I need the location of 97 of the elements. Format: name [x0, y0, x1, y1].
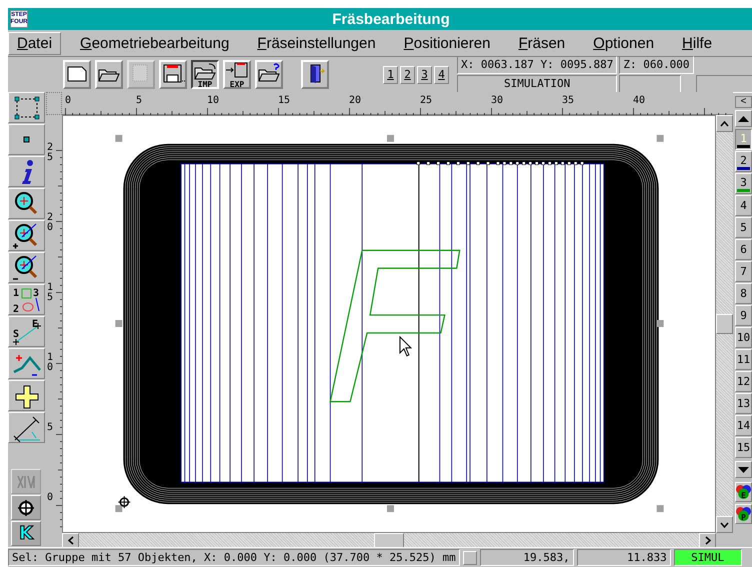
ruler-label: 30	[491, 95, 504, 106]
layer-button[interactable]: 3	[735, 173, 752, 194]
palette-collapse-button[interactable]: <	[735, 96, 752, 108]
view-button[interactable]: 4	[434, 66, 449, 84]
window-title: Fräsbearbeitung	[331, 10, 451, 28]
ruler-label: 10	[47, 353, 54, 373]
selection-handle[interactable]	[387, 134, 394, 142]
selection-handle[interactable]	[656, 505, 664, 512]
ruler-label: 40	[633, 95, 646, 106]
horizontal-scrollbar[interactable]	[62, 533, 716, 548]
layer-button[interactable]: 4	[735, 195, 752, 216]
ruler-label: 5	[47, 423, 54, 433]
selection-handle[interactable]	[656, 320, 664, 327]
scroll-thumb[interactable]	[374, 533, 404, 548]
ruler-label: 10	[207, 95, 220, 106]
layer-scroll-down-button[interactable]	[735, 461, 752, 478]
triangle-down-icon	[738, 466, 749, 472]
layer-button[interactable]: 10	[735, 327, 752, 348]
origin-crosshair-icon	[118, 496, 131, 509]
menu-item[interactable]: Fräseinstellungen	[248, 32, 385, 54]
scroll-thumb[interactable]	[716, 314, 733, 334]
point-tool-button[interactable]	[8, 124, 45, 155]
zoom-in-tool-button[interactable]	[8, 220, 45, 251]
open-button[interactable]	[95, 60, 123, 89]
ruler-label: 25	[47, 143, 54, 163]
view-button[interactable]: 1	[383, 66, 398, 84]
caret-icon	[68, 536, 74, 545]
layer-button[interactable]: 7	[735, 261, 752, 282]
z-coordinate-display: Z: 060.000	[619, 56, 694, 74]
selection-handle[interactable]	[115, 505, 122, 512]
layer-group-button[interactable]: E	[735, 482, 752, 502]
ruler-label: 25	[420, 95, 432, 106]
crosshair-plus-tool-button[interactable]	[8, 380, 45, 411]
menu-item[interactable]: Hilfe	[673, 32, 722, 54]
zoom-out-tool-button[interactable]	[8, 252, 45, 283]
selection-status: Sel: Gruppe mit 57 Objekten, X: 0.000 Y: 0.000 (37.700 * 25.525) mm	[8, 549, 460, 566]
view-button[interactable]: 3	[417, 66, 432, 84]
select-rectangle-icon	[12, 94, 42, 122]
polyline-tool-button[interactable]	[8, 348, 45, 379]
layer-button[interactable]: 5	[735, 217, 752, 238]
target-tool-button[interactable]	[11, 495, 41, 520]
scroll-right-button[interactable]	[699, 533, 716, 548]
layer-button[interactable]: 13	[735, 393, 752, 414]
layer-button[interactable]: 11	[735, 349, 752, 370]
ruler-label: 0	[47, 493, 54, 503]
ruler-label: 15	[278, 95, 290, 106]
layer-group-button[interactable]: P	[735, 504, 752, 524]
zoom-tool-button[interactable]	[8, 188, 45, 219]
menu-item[interactable]: Fräsen	[509, 32, 574, 54]
x-position-readout: 19.583,	[480, 549, 574, 566]
menu-item[interactable]: Geometriebearbeitung	[71, 32, 238, 54]
mouse-pointer-icon	[399, 336, 412, 357]
scroll-down-button[interactable]	[716, 516, 733, 533]
dimension-tool-button[interactable]	[8, 412, 45, 443]
ruler-label: 0	[65, 95, 72, 106]
dimension-icon	[12, 414, 42, 442]
menu-item[interactable]: Optionen	[584, 32, 664, 54]
layer-button[interactable]: 14	[735, 415, 752, 436]
layer-button[interactable]: 6	[735, 239, 752, 260]
menu-item[interactable]: Datei	[8, 32, 62, 54]
triangle-up-icon	[738, 116, 749, 122]
layer-button[interactable]: 8	[735, 283, 752, 304]
exit-button[interactable]	[301, 60, 329, 89]
drawing-canvas[interactable]	[62, 115, 716, 533]
scroll-up-button[interactable]	[716, 115, 733, 132]
view-button[interactable]: 2	[400, 66, 415, 84]
layer-button[interactable]: 12	[735, 371, 752, 392]
ruler-label: 5	[136, 95, 142, 106]
select-rectangle-tool-button[interactable]	[8, 92, 45, 123]
layer-button[interactable]: 2	[735, 151, 752, 172]
new-button[interactable]	[63, 60, 91, 89]
selection-handle[interactable]	[387, 505, 394, 512]
caret-icon	[704, 536, 710, 545]
caret-icon	[720, 120, 729, 126]
selection-handle[interactable]	[115, 320, 122, 327]
layer-button[interactable]: 9	[735, 305, 752, 326]
caret-icon	[720, 522, 729, 528]
ruler-label: 15	[47, 283, 54, 303]
layer-scroll-up-button[interactable]	[735, 110, 752, 127]
target-icon	[16, 498, 36, 518]
ruler-label: 20	[349, 95, 362, 106]
ruler-label: 35	[562, 95, 574, 106]
point-icon	[23, 136, 30, 143]
status-indicator	[462, 550, 477, 564]
menu-item[interactable]: Positionieren	[394, 32, 500, 54]
ruler-label: 20	[47, 213, 54, 233]
scroll-left-button[interactable]	[62, 533, 79, 548]
open-help-button[interactable]	[255, 60, 283, 89]
selection-handle[interactable]	[656, 134, 664, 142]
layer-button[interactable]: 15	[735, 437, 752, 458]
y-position-readout: 11.833	[576, 549, 671, 566]
vertical-scrollbar[interactable]	[716, 115, 733, 533]
info-tool-button[interactable]	[8, 156, 45, 187]
xy-coordinate-display: X: 0063.187 Y: 0095.887	[457, 56, 618, 74]
save-button[interactable]	[159, 60, 187, 89]
selection-handle[interactable]	[115, 134, 122, 142]
mode-indicator: SIMUL	[674, 549, 742, 566]
